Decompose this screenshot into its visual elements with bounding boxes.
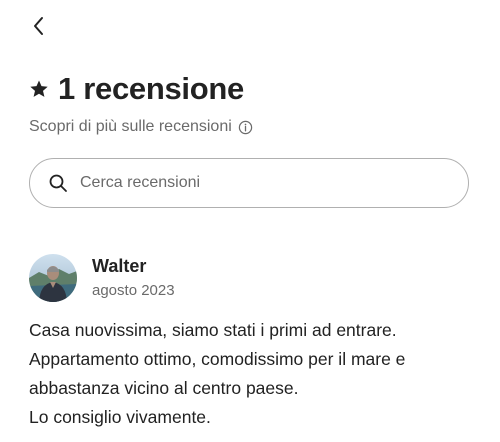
search-box[interactable] xyxy=(29,158,469,208)
search-input[interactable] xyxy=(78,173,442,193)
review-text-line: Casa nuovissima, siamo stati i primi ad … xyxy=(29,320,397,340)
reviews-title-row: 1 recensione xyxy=(28,70,244,108)
review-text-line: Lo consiglio vivamente. xyxy=(29,407,211,427)
review-item: Walter agosto 2023 Casa nuovissima, siam… xyxy=(29,254,479,432)
learn-more-label: Scopri di più sulle recensioni xyxy=(29,118,232,135)
avatar[interactable] xyxy=(29,254,77,302)
review-text-line: abbastanza vicino al centro paese. xyxy=(29,378,299,398)
search-icon xyxy=(48,173,68,193)
page-title: 1 recensione xyxy=(58,71,244,106)
review-header: Walter agosto 2023 xyxy=(29,254,479,302)
star-icon xyxy=(28,78,50,100)
review-text-line: Appartamento ottimo, comodissimo per il … xyxy=(29,349,406,369)
chevron-left-icon xyxy=(31,15,45,42)
info-icon xyxy=(238,120,253,135)
review-text: Casa nuovissima, siamo stati i primi ad … xyxy=(29,316,479,432)
learn-more-link[interactable]: Scopri di più sulle recensioni xyxy=(29,118,253,136)
review-date: agosto 2023 xyxy=(92,282,175,299)
author-block: Walter agosto 2023 xyxy=(92,254,175,302)
review-author: Walter xyxy=(92,256,147,276)
back-button[interactable] xyxy=(26,16,50,40)
